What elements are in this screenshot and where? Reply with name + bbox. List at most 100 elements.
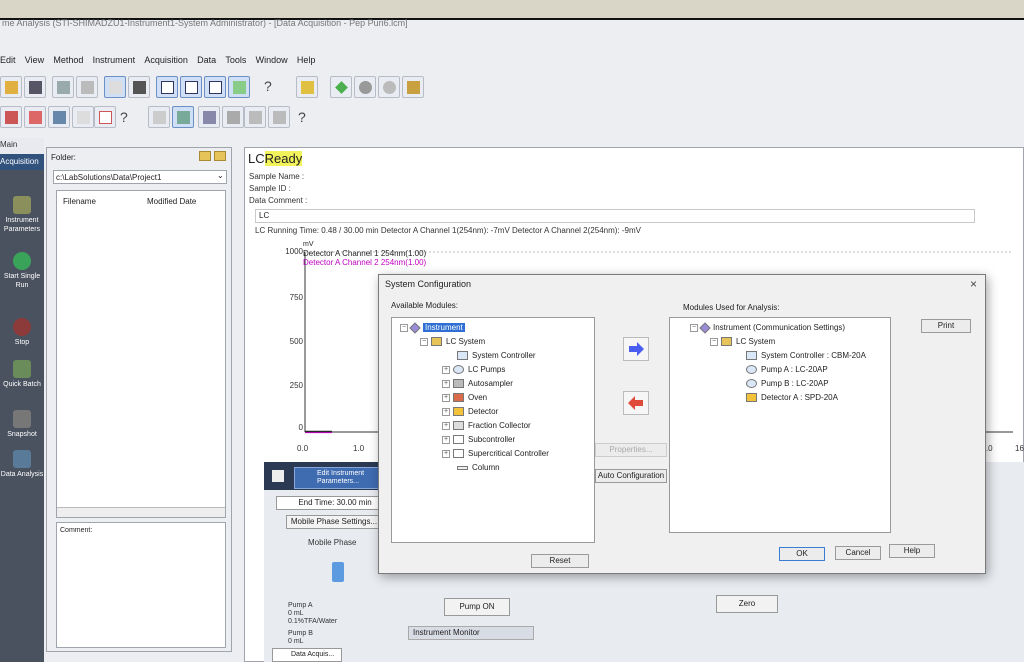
print-icon[interactable] [52,76,74,98]
help-3-icon[interactable]: ? [298,109,306,125]
help-2-icon[interactable]: ? [120,109,128,125]
properties-button[interactable]: Properties... [595,443,667,457]
auto-configuration-button[interactable]: Auto Configuration [595,469,667,483]
tree-lc-pumps[interactable]: + LC Pumps [442,364,505,376]
copy-icon[interactable] [104,76,126,98]
file-list[interactable]: Filename Modified Date [56,190,226,518]
folder-path-select[interactable]: c:\LabSolutions\Data\Project1 [53,170,227,184]
used-pump-b[interactable]: Pump B : LC-20AP [746,378,829,390]
used-system-controller[interactable]: System Controller : CBM-20A [746,350,866,362]
tree-oven[interactable]: + Oven [442,392,487,404]
menu-edit[interactable]: Edit [0,55,16,65]
tree-lc-system[interactable]: − LC System [420,336,485,348]
layout-2-icon[interactable] [180,76,202,98]
batch-icon[interactable] [48,106,70,128]
layout-1-icon[interactable] [156,76,178,98]
layout-4-icon[interactable] [228,76,250,98]
tree-subcontroller[interactable]: + Subcontroller [442,434,515,446]
nav-snapshot[interactable]: Snapshot [0,410,44,439]
help-icon[interactable]: ? [264,78,272,94]
used-pump-a[interactable]: Pump A : LC-20AP [746,364,828,376]
close-icon[interactable]: × [970,277,977,291]
chevron-down-icon[interactable]: ⌄ [217,171,224,180]
cancel-button[interactable]: Cancel [835,546,881,560]
reset-button[interactable]: Reset [531,554,589,568]
column-modified-date[interactable]: Modified Date [147,197,196,206]
menu-window[interactable]: Window [256,55,288,65]
green-diamond-icon[interactable] [330,76,352,98]
menu-acquisition[interactable]: Acquisition [144,55,188,65]
end-time-field[interactable]: End Time: 30.00 min [276,496,394,510]
mail-icon[interactable] [24,106,46,128]
used-modules-tree[interactable]: − Instrument (Communication Settings) − LC… [669,317,891,533]
search-icon[interactable] [378,76,400,98]
fraction-collector-icon [453,421,464,431]
ok-button[interactable]: OK [779,547,825,561]
stop-icon [13,318,31,336]
save-icon[interactable] [24,76,46,98]
stop-toolbar-icon[interactable] [244,106,266,128]
monitor-icon[interactable] [172,106,194,128]
menu-tools[interactable]: Tools [225,55,246,65]
data-comment: Data Comment : [249,196,308,205]
column-filename[interactable]: Filename [63,197,96,206]
record-icon[interactable] [354,76,376,98]
ce-icon[interactable] [268,106,290,128]
data-acquisition-tab[interactable]: Data Acquis... [272,648,342,662]
nav-data-analysis[interactable]: Data Analysis [0,450,44,479]
zero-button[interactable]: Zero [716,595,778,613]
wavelength-icon[interactable] [222,106,244,128]
print-button[interactable]: Print [921,319,971,333]
open-icon[interactable] [0,76,22,98]
wizard-icon[interactable] [296,76,318,98]
subcontroller-icon [453,435,464,445]
pump-b-info: Pump B 0 mL [288,630,313,645]
binoculars-icon[interactable] [128,76,150,98]
tree-instrument-root[interactable]: − Instrument [400,322,465,334]
edit-instrument-parameters-button[interactable]: Edit Instrument Parameters... [294,467,380,489]
pencil-icon[interactable] [402,76,424,98]
menu-view[interactable]: View [25,55,44,65]
menu-help[interactable]: Help [297,55,316,65]
instrument-monitor-tab[interactable]: Instrument Monitor [408,626,534,640]
nav-acquisition-tab[interactable]: Acquisition [0,154,44,170]
used-instrument-root[interactable]: − Instrument (Communication Settings) [690,322,845,334]
menu-data[interactable]: Data [197,55,216,65]
pump-on-button[interactable]: Pump ON [444,598,510,616]
add-module-button[interactable] [623,337,649,361]
menu-instrument[interactable]: Instrument [93,55,136,65]
tree-fraction-collector[interactable]: + Fraction Collector [442,420,531,432]
nav-stop[interactable]: Stop [0,318,44,347]
pump-icon[interactable] [198,106,220,128]
chart-icon[interactable] [94,106,116,128]
nav-instrument-parameters[interactable]: Instrument Parameters [0,196,44,234]
tree-autosampler[interactable]: + Autosampler [442,378,513,390]
mobile-phase-settings-button[interactable]: Mobile Phase Settings... [286,515,382,529]
lc-tab[interactable]: LC [255,209,975,223]
module-icon[interactable] [0,106,22,128]
tree-column[interactable]: Column [457,462,500,474]
folder-up-icon[interactable] [199,151,211,161]
comment-box[interactable]: Comment: [56,522,226,648]
nav-start-single-run[interactable]: Start Single Run [0,252,44,290]
tree-system-controller[interactable]: System Controller [457,350,536,362]
mobile-phase-label: Mobile Phase [308,538,357,547]
report-icon[interactable] [72,106,94,128]
tree-detector[interactable]: + Detector [442,406,498,418]
new-folder-icon[interactable] [214,151,226,161]
used-lc-system[interactable]: − LC System [710,336,775,348]
panel-icon[interactable] [148,106,170,128]
menu-method[interactable]: Method [53,55,83,65]
horizontal-scrollbar[interactable] [57,507,225,517]
tree-supercritical-controller[interactable]: + Supercritical Controller [442,448,549,460]
available-modules-tree[interactable]: − Instrument − LC System System Controller… [391,317,595,543]
preview-icon[interactable] [76,76,98,98]
used-detector-a[interactable]: Detector A : SPD-20A [746,392,838,404]
help-button[interactable]: Help [889,544,935,558]
folder-label: Folder: [51,153,76,162]
lc-system-icon [721,337,732,347]
nav-quick-batch[interactable]: Quick Batch [0,360,44,389]
status-ready: Ready [264,151,303,166]
layout-3-icon[interactable] [204,76,226,98]
remove-module-button[interactable] [623,391,649,415]
